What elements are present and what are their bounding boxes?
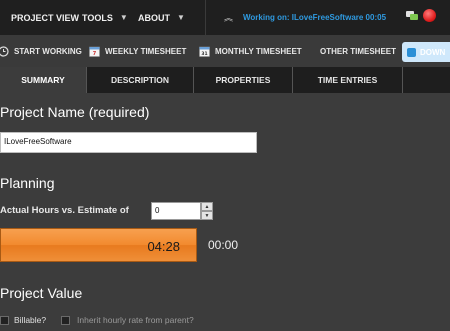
start-working-button[interactable]: START WORKING — [0, 35, 82, 67]
collapse-up-icon[interactable]: ︽ — [224, 12, 233, 24]
toolbar: START WORKING 7 WEEKLY TIMESHEET 31 MONT… — [0, 35, 450, 67]
estimate-time: 00:00 — [208, 238, 239, 252]
chevron-down-icon: ▼ — [119, 13, 128, 22]
planning-heading: Planning — [0, 175, 55, 191]
tab-bar: SUMMARY DESCRIPTION PROPERTIES TIME ENTR… — [0, 67, 450, 93]
progress-time: 04:28 — [147, 239, 180, 254]
estimate-stepper-buttons: ▲ ▼ — [201, 202, 213, 220]
menu-project-view-label: PROJECT VIEW — [11, 12, 80, 23]
estimate-label: Actual Hours vs. Estimate of — [0, 205, 129, 216]
download-button[interactable]: DOWN — [402, 42, 450, 62]
weekly-timesheet-button[interactable]: 7 WEEKLY TIMESHEET — [89, 35, 186, 67]
tab-time-entries-label: TIME ENTRIES — [317, 75, 378, 85]
estimate-stepper[interactable]: 0 — [151, 202, 201, 220]
top-menu-bar: PROJECT VIEW TOOLS ▼ ABOUT ▼ ︽ Working o… — [0, 0, 450, 35]
stepper-down-icon[interactable]: ▼ — [201, 211, 213, 220]
chevron-down-icon: ▼ — [177, 13, 185, 22]
monthly-timesheet-button[interactable]: 31 MONTHLY TIMESHEET — [199, 35, 302, 67]
menu-tools-label: TOOLS — [82, 12, 113, 23]
menu-tools[interactable]: TOOLS ▼ — [82, 13, 128, 23]
billable-label: Billable? — [14, 315, 47, 325]
stop-icon[interactable] — [423, 9, 436, 22]
download-icon — [407, 47, 416, 57]
tab-time-entries[interactable]: TIME ENTRIES — [293, 67, 403, 93]
inherit-rate-checkbox[interactable] — [61, 316, 70, 325]
chat-icon[interactable] — [406, 11, 418, 21]
svg-text:7: 7 — [93, 51, 97, 57]
tab-summary-label: SUMMARY — [21, 75, 65, 85]
other-timesheet-label: OTHER TIMESHEET — [320, 46, 397, 56]
tab-description-label: DESCRIPTION — [110, 75, 170, 85]
main-menu: PROJECT VIEW — [11, 0, 79, 35]
monthly-timesheet-label: MONTHLY TIMESHEET — [215, 46, 302, 56]
working-status: ︽ Working on: ILoveFreeSoftware 00:05 — [224, 0, 386, 35]
start-working-label: START WORKING — [14, 46, 82, 56]
menu-divider — [205, 0, 206, 35]
project-name-input[interactable]: ILoveFreeSoftware — [0, 132, 257, 153]
project-value-heading: Project Value — [0, 285, 83, 301]
clock-icon — [0, 45, 9, 57]
stepper-up-icon[interactable]: ▲ — [201, 202, 213, 211]
tab-properties-label: PROPERTIES — [215, 75, 271, 85]
inherit-rate-label: Inherit hourly rate from parent? — [77, 315, 194, 325]
menu-about-label: ABOUT — [138, 12, 170, 23]
other-timesheet-button[interactable]: OTHER TIMESHEET — [320, 35, 396, 67]
menu-about[interactable]: ABOUT ▼ — [138, 13, 185, 23]
calendar-icon: 7 — [89, 46, 100, 57]
svg-text:31: 31 — [201, 51, 207, 57]
project-name-heading: Project Name (required) — [0, 104, 150, 120]
weekly-timesheet-label: WEEKLY TIMESHEET — [105, 46, 187, 56]
billable-checkbox[interactable] — [0, 316, 9, 325]
hours-progress-bar: 04:28 — [0, 228, 197, 262]
tab-properties[interactable]: PROPERTIES — [194, 67, 293, 93]
download-label: DOWN — [420, 47, 446, 57]
tab-summary[interactable]: SUMMARY — [0, 67, 87, 93]
tab-description[interactable]: DESCRIPTION — [87, 67, 194, 93]
working-status-label: Working on: ILoveFreeSoftware 00:05 — [243, 13, 387, 22]
calendar-icon: 31 — [199, 46, 210, 57]
menu-project-view[interactable]: PROJECT VIEW — [11, 13, 79, 23]
